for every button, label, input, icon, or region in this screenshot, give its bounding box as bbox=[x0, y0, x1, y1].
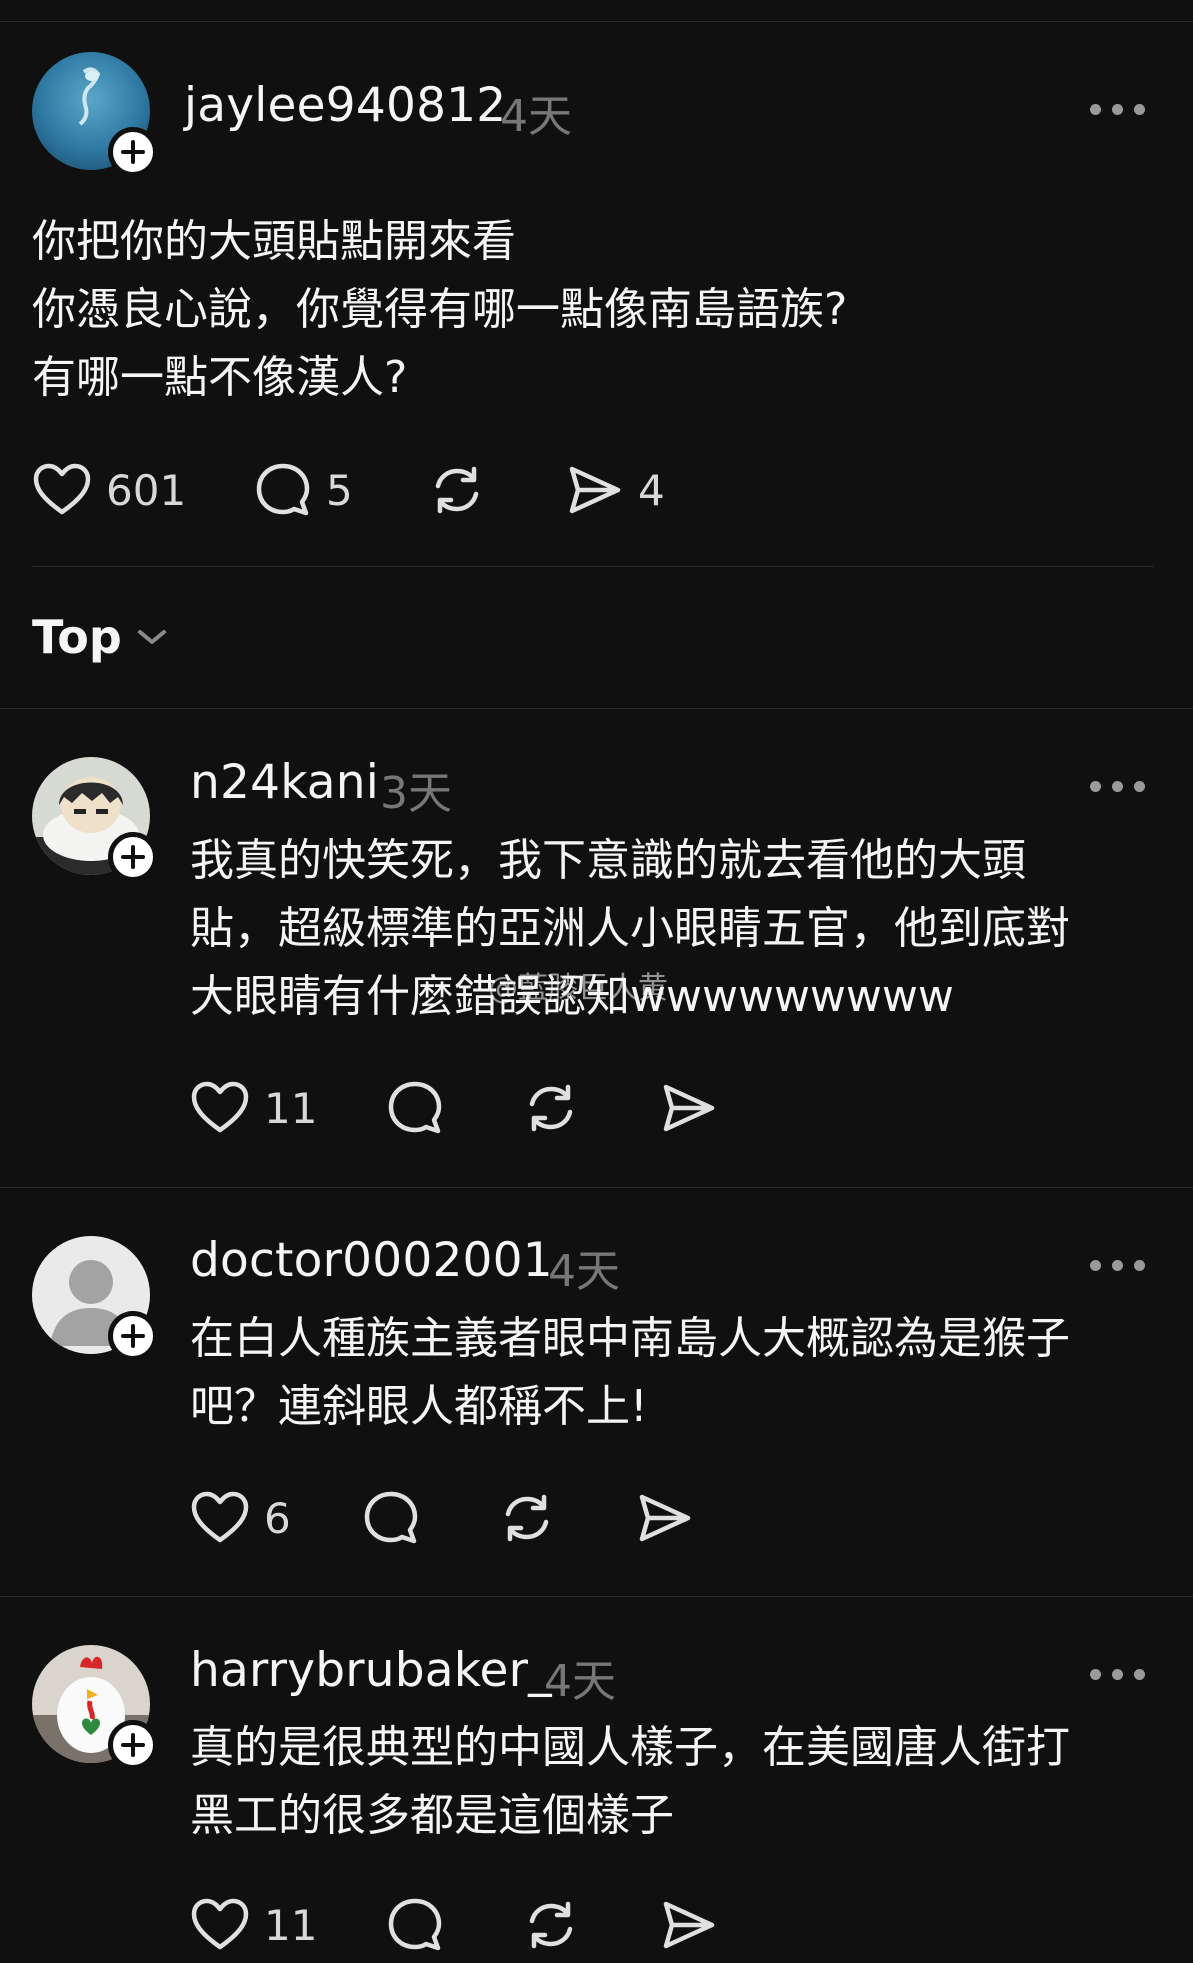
divider bbox=[0, 1596, 1193, 1597]
heart-icon bbox=[191, 1491, 249, 1543]
reply-username[interactable]: harrybrubaker_ bbox=[190, 1643, 552, 1698]
reply-line: 真的是很典型的中國人樣子，在美國唐人街打 bbox=[190, 1722, 1070, 1773]
post-line: 你把你的大頭貼點開來看 bbox=[32, 216, 516, 267]
like-count: 11 bbox=[264, 1900, 318, 1950]
repost-icon bbox=[435, 466, 479, 514]
sort-label: Top bbox=[32, 610, 122, 664]
divider bbox=[0, 1187, 1193, 1188]
reply-actions: 11 bbox=[190, 1893, 750, 1957]
reply-line: 黑工￼的很多都是這個樣子 bbox=[190, 1790, 674, 1841]
like-button[interactable]: 11 bbox=[190, 1893, 317, 1957]
comment-count: 5 bbox=[326, 465, 353, 515]
comment-icon bbox=[256, 463, 310, 516]
reply-text: 在白人種族主義者眼中南島人大概認為是猴子 吧？連斜眼人都稱不上! bbox=[190, 1305, 1070, 1441]
reply-actions: 6 bbox=[190, 1486, 730, 1550]
like-button[interactable]: 6 bbox=[190, 1486, 291, 1550]
like-count: 601 bbox=[106, 465, 187, 515]
post-line: 你憑良心說，你覺得有哪一點像南島語族? bbox=[32, 284, 848, 335]
repost-button[interactable] bbox=[498, 1486, 556, 1550]
reply-time: 4天 bbox=[544, 1656, 616, 1707]
follow-button[interactable] bbox=[108, 1720, 158, 1770]
share-button[interactable] bbox=[660, 1893, 718, 1957]
sort-dropdown[interactable]: Top bbox=[32, 610, 168, 664]
like-count: 11 bbox=[264, 1083, 318, 1133]
repost-icon bbox=[505, 1494, 549, 1542]
comment-button[interactable] bbox=[386, 1076, 444, 1140]
repost-button[interactable] bbox=[428, 458, 486, 522]
comment-button[interactable]: 5 bbox=[254, 458, 353, 522]
divider bbox=[0, 708, 1193, 709]
chevron-down-icon bbox=[137, 630, 166, 644]
comment-icon bbox=[388, 1898, 442, 1951]
like-button[interactable]: 601 bbox=[32, 458, 186, 522]
watermark: @藍膝巨人黄 bbox=[488, 971, 668, 1006]
plus-icon bbox=[121, 1733, 145, 1757]
follow-button[interactable] bbox=[108, 832, 158, 882]
comment-icon bbox=[388, 1081, 442, 1134]
top-edge bbox=[0, 0, 1193, 22]
more-options-icon[interactable] bbox=[1090, 778, 1146, 794]
repost-button[interactable] bbox=[522, 1076, 580, 1140]
like-count: 6 bbox=[264, 1493, 291, 1543]
post-actions: 601 5 4 bbox=[32, 458, 732, 522]
comment-icon bbox=[364, 1491, 418, 1544]
reply-actions: 11 bbox=[190, 1076, 750, 1140]
more-options-icon[interactable] bbox=[1090, 1666, 1146, 1682]
post-username[interactable]: jaylee940812 bbox=[184, 78, 506, 133]
divider bbox=[32, 566, 1154, 567]
heart-icon bbox=[191, 1081, 249, 1133]
send-icon bbox=[663, 1084, 715, 1132]
follow-button[interactable] bbox=[108, 1311, 158, 1361]
send-icon bbox=[639, 1494, 691, 1542]
comment-button[interactable] bbox=[386, 1893, 444, 1957]
comment-button[interactable] bbox=[362, 1486, 420, 1550]
reply-text: 真的是很典型的中國人樣子，在美國唐人街打 黑工￼的很多都是這個樣子 bbox=[190, 1714, 1070, 1850]
repost-button[interactable] bbox=[522, 1893, 580, 1957]
repost-icon bbox=[529, 1901, 573, 1949]
post-text: 你把你的大頭貼點開來看 你憑良心說，你覺得有哪一點像南島語族? 有哪一點不像漢人… bbox=[32, 208, 847, 412]
reply-username[interactable]: n24kani bbox=[190, 755, 379, 810]
plus-icon bbox=[121, 140, 145, 164]
reply-line: 貼，超級標準的亞洲人小眼睛五官，他到底對 bbox=[190, 903, 1070, 954]
plus-icon bbox=[121, 845, 145, 869]
follow-button[interactable] bbox=[108, 127, 158, 177]
share-count: 4 bbox=[638, 465, 665, 515]
like-button[interactable]: 11 bbox=[190, 1076, 317, 1140]
share-button[interactable]: 4 bbox=[566, 458, 665, 522]
reply-line: 在白人種族主義者眼中南島人大概認為是猴子 bbox=[190, 1313, 1070, 1364]
more-options-icon[interactable] bbox=[1090, 1257, 1146, 1273]
send-icon bbox=[663, 1901, 715, 1949]
post-line: 有哪一點不像漢人? bbox=[32, 352, 408, 403]
repost-icon bbox=[529, 1084, 573, 1132]
post-time: 4天 bbox=[500, 91, 572, 142]
reply-time: 4天 bbox=[548, 1246, 620, 1297]
reply-line: 吧？連斜眼人都稱不上! bbox=[190, 1381, 648, 1432]
send-icon bbox=[569, 466, 621, 514]
reply-username[interactable]: doctor0002001 bbox=[190, 1233, 553, 1288]
reply-time: 3天 bbox=[380, 768, 452, 819]
heart-icon bbox=[191, 1898, 249, 1950]
more-options-icon[interactable] bbox=[1090, 101, 1146, 117]
heart-icon bbox=[33, 463, 91, 515]
plus-icon bbox=[121, 1324, 145, 1348]
share-button[interactable] bbox=[660, 1076, 718, 1140]
reply-line: 我真的快笑死，我下意識的就去看他的大頭 bbox=[190, 835, 1026, 886]
share-button[interactable] bbox=[636, 1486, 694, 1550]
